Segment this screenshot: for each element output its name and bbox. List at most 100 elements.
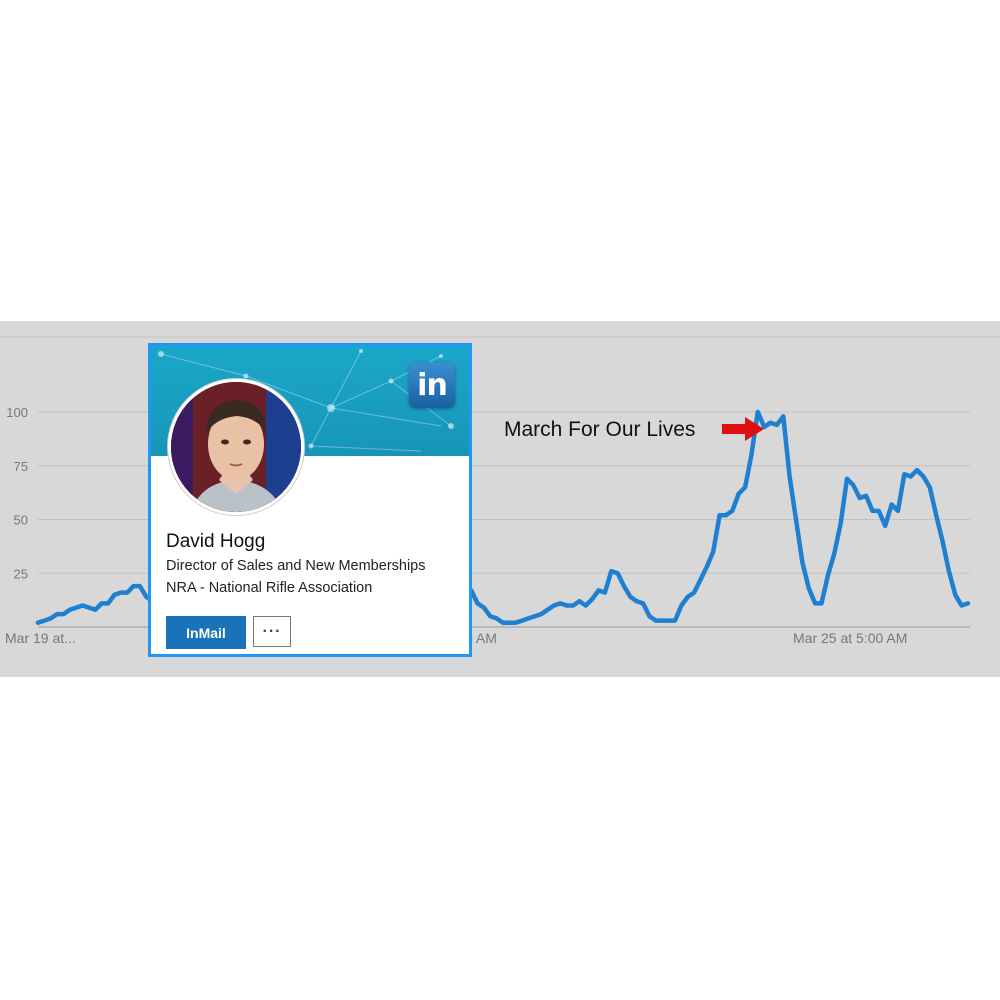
data-point: [483, 606, 485, 609]
data-point: [909, 475, 912, 478]
data-point: [559, 602, 562, 605]
data-point: [88, 606, 90, 609]
data-point: [126, 591, 128, 594]
data-point: [49, 617, 52, 620]
data-point: [878, 510, 880, 512]
data-point: [693, 591, 695, 594]
data-point: [636, 600, 638, 602]
data-point: [871, 510, 874, 512]
data-point: [546, 609, 549, 611]
data-point: [954, 594, 957, 596]
data-point: [808, 587, 810, 590]
data-point: [56, 613, 58, 615]
data-point: [801, 561, 804, 564]
data-point: [922, 475, 925, 478]
data-point: [929, 486, 931, 489]
more-options-button[interactable]: ···: [253, 616, 291, 647]
person-name: David Hogg: [166, 531, 266, 552]
data-point: [667, 619, 670, 622]
data-point: [935, 514, 937, 516]
data-point: [833, 553, 835, 555]
data-point: [572, 604, 574, 607]
data-point: [508, 621, 511, 624]
inmail-button[interactable]: InMail: [166, 616, 246, 649]
data-point: [616, 572, 619, 575]
data-point: [686, 596, 689, 598]
data-point: [960, 604, 963, 607]
data-point: [763, 426, 765, 428]
data-point: [674, 619, 676, 622]
profile-card: in David Hogg Director of Sales and New …: [148, 343, 472, 657]
data-point: [827, 574, 829, 577]
data-point: [820, 602, 823, 605]
data-point: [489, 615, 492, 618]
data-point: [553, 604, 555, 607]
data-point: [967, 602, 969, 605]
data-point: [37, 621, 39, 624]
data-point: [712, 551, 714, 553]
person-title: Director of Sales and New Memberships: [166, 558, 426, 574]
y-tick-label: 50: [14, 513, 28, 528]
data-point: [916, 469, 918, 471]
data-point: [839, 523, 842, 525]
person-company: NRA - National Rifle Association: [166, 580, 373, 596]
data-point: [890, 503, 893, 506]
data-point: [81, 604, 84, 607]
data-point: [62, 613, 65, 615]
data-point: [852, 484, 855, 486]
data-point: [540, 613, 542, 615]
data-point: [884, 525, 886, 527]
data-point: [502, 621, 504, 624]
data-point: [648, 615, 651, 618]
data-point: [737, 492, 740, 495]
data-point: [623, 585, 625, 587]
data-point: [132, 585, 135, 587]
data-point: [661, 619, 663, 622]
data-point: [757, 411, 759, 413]
data-point: [642, 602, 644, 605]
x-tick-label: Mar 25 at 5:00 AM: [793, 630, 907, 646]
data-point: [585, 604, 587, 607]
data-point: [69, 609, 71, 611]
data-point: [814, 602, 816, 605]
y-tick-label: 100: [6, 405, 28, 420]
data-point: [527, 617, 530, 620]
data-point: [597, 589, 600, 592]
data-point: [776, 424, 778, 426]
data-point: [731, 510, 734, 512]
data-point: [699, 578, 702, 581]
data-point: [706, 566, 708, 568]
data-point: [865, 495, 867, 497]
data-point: [788, 475, 791, 478]
data-point: [534, 615, 536, 618]
data-point: [782, 415, 785, 418]
data-point: [565, 604, 568, 607]
data-point: [769, 422, 772, 424]
data-point: [629, 596, 632, 598]
data-point: [120, 591, 122, 594]
annotation-label: March For Our Lives: [504, 418, 695, 441]
data-point: [750, 454, 753, 456]
data-point: [858, 497, 861, 499]
y-tick-label: 25: [14, 566, 28, 581]
data-point: [107, 602, 109, 605]
data-point: [43, 619, 46, 622]
data-point: [521, 619, 523, 622]
data-point: [100, 602, 103, 605]
data-point: [139, 585, 141, 587]
data-point: [495, 617, 498, 620]
avatar: [168, 379, 304, 515]
data-point: [725, 514, 727, 516]
data-point: [578, 600, 581, 602]
data-point: [948, 570, 950, 572]
data-point: [655, 619, 657, 622]
data-point: [113, 594, 116, 596]
data-point: [476, 602, 479, 605]
person-photo-icon: [171, 382, 301, 512]
y-tick-label: 75: [14, 459, 28, 474]
data-point: [795, 518, 797, 521]
x-tick-label: Mar 19 at...: [5, 630, 76, 646]
data-point: [75, 606, 77, 609]
data-point: [610, 570, 613, 572]
data-point: [744, 486, 746, 489]
